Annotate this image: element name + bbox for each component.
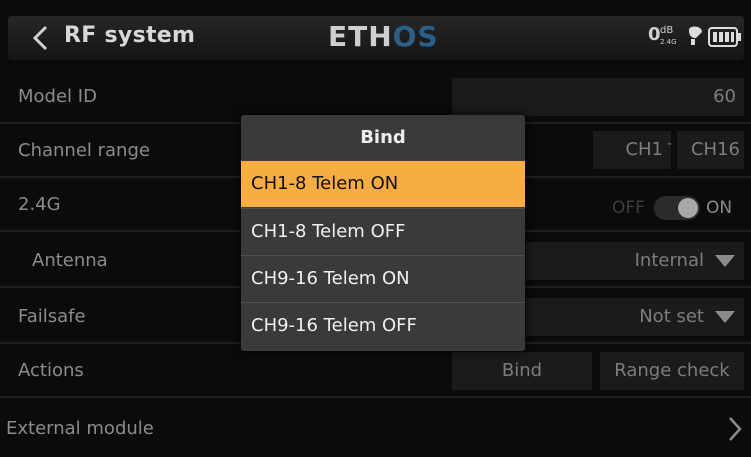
bind-dialog: Bind CH1-8 Telem ON CH1-8 Telem OFF CH9-… — [241, 115, 525, 351]
channel-range-label: Channel range — [18, 140, 150, 161]
rssi-value: 0 — [648, 24, 661, 45]
model-id-field[interactable]: 60 — [452, 78, 744, 116]
rssi-band: 2.4G — [660, 38, 677, 46]
bind-button[interactable]: Bind — [452, 352, 592, 390]
toggle-off-label: OFF — [612, 198, 645, 218]
rf-system-screen: RF system ETHOS 0 dB 2.4G Model ID 60 Ch… — [0, 0, 751, 457]
band-label: 2.4G — [18, 194, 61, 215]
channel-range-from[interactable]: CH1 — [593, 131, 671, 169]
toggle-on-label: ON — [706, 198, 733, 218]
bind-option[interactable]: CH1-8 Telem ON — [241, 161, 525, 207]
band-toggle[interactable] — [654, 196, 700, 220]
model-id-label: Model ID — [18, 86, 97, 107]
channel-range-separator: - — [667, 136, 673, 152]
antenna-label: Antenna — [32, 250, 108, 271]
failsafe-select[interactable]: Not set — [526, 298, 744, 336]
bind-option[interactable]: CH1-8 Telem OFF — [241, 208, 525, 254]
battery-icon — [708, 27, 741, 47]
toggle-knob — [678, 198, 698, 218]
rssi-unit: dB — [660, 25, 674, 36]
chevron-left-icon[interactable] — [30, 24, 52, 52]
dropdown-arrow-icon — [715, 311, 735, 323]
dropdown-arrow-icon — [715, 255, 735, 267]
range-check-button[interactable]: Range check — [600, 352, 744, 390]
external-module-row[interactable]: External module — [0, 406, 751, 454]
antenna-select[interactable]: Internal — [526, 242, 744, 280]
channel-range-to[interactable]: CH16 — [677, 131, 744, 169]
brand-logo: ETHOS — [328, 20, 439, 53]
external-module-label: External module — [6, 418, 154, 439]
actions-label: Actions — [18, 360, 84, 381]
bind-option[interactable]: CH9-16 Telem ON — [241, 255, 525, 301]
satellite-icon — [689, 26, 702, 45]
failsafe-label: Failsafe — [18, 306, 86, 327]
chevron-right-icon[interactable] — [728, 416, 742, 442]
divider — [0, 396, 751, 398]
bind-option[interactable]: CH9-16 Telem OFF — [241, 302, 525, 348]
page-title: RF system — [64, 23, 196, 48]
bind-dialog-title: Bind — [360, 127, 406, 148]
title-bar: RF system ETHOS 0 dB 2.4G — [8, 16, 744, 60]
